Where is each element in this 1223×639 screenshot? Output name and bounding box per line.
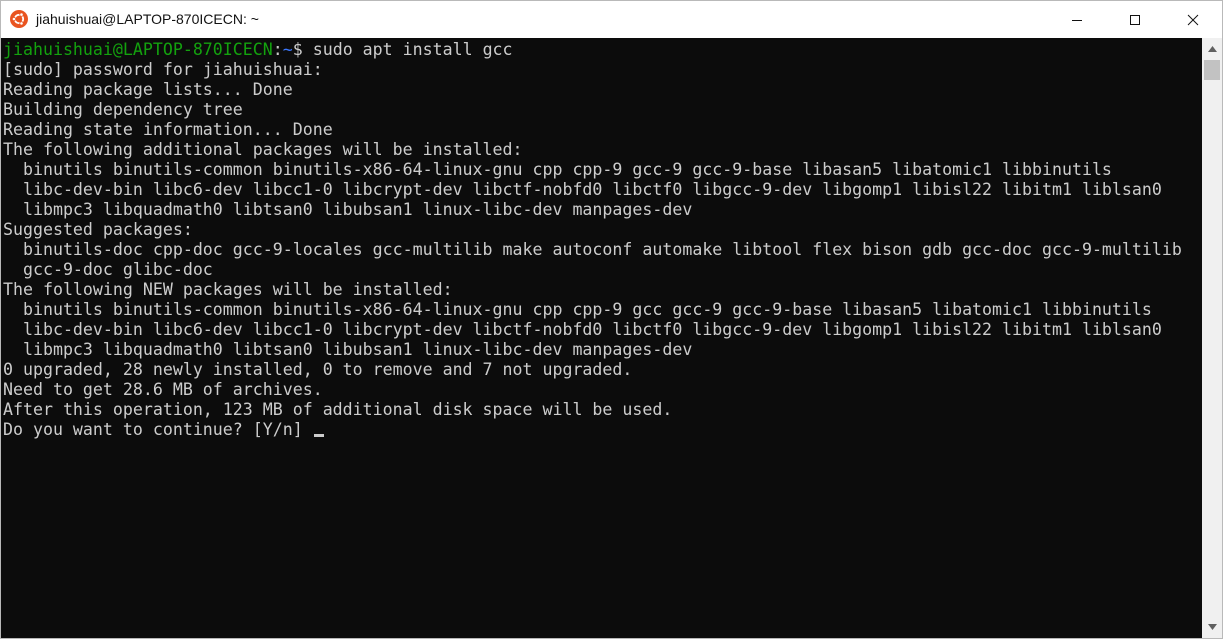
prompt-path: ~ [282,40,293,59]
scroll-up-button[interactable] [1202,40,1222,58]
scroll-down-button[interactable] [1202,618,1222,636]
output-line: binutils binutils-common binutils-x86-64… [3,160,1112,179]
output-line: libmpc3 libquadmath0 libtsan0 libubsan1 … [3,200,693,219]
output-line: [sudo] password for jiahuishuai: [3,60,323,79]
output-line: 0 upgraded, 28 newly installed, 0 to rem… [3,360,633,379]
prompt-user-host: jiahuishuai@LAPTOP-870ICECN [3,40,273,59]
output-line: libc-dev-bin libc6-dev libcc1-0 libcrypt… [3,320,1162,339]
terminal-console[interactable]: jiahuishuai@LAPTOP-870ICECN:~$ sudo apt … [1,38,1202,638]
close-button[interactable] [1164,1,1222,38]
output-line: Suggested packages: [3,220,193,239]
prompt-colon: : [272,40,283,59]
maximize-icon [1130,14,1140,25]
input-prompt-line[interactable]: Do you want to continue? [Y/n] [3,420,324,440]
scroll-thumb[interactable] [1204,60,1220,80]
output-line: Reading package lists... Done [3,80,293,99]
output-line: The following additional packages will b… [3,140,523,159]
minimize-button[interactable] [1048,1,1106,38]
terminal-window: jiahuishuai@LAPTOP-870ICECN: ~ jiahuishu… [0,0,1223,639]
output-line: binutils binutils-common binutils-x86-64… [3,300,1152,319]
minimize-icon [1072,19,1082,21]
close-icon [1187,14,1199,25]
scroll-down-arrow-icon [1207,624,1217,630]
output-line: Need to get 28.6 MB of archives. [3,380,323,399]
output-line: gcc-9-doc glibc-doc [3,260,213,279]
window-title: jiahuishuai@LAPTOP-870ICECN: ~ [36,11,259,27]
prompt-line: jiahuishuai@LAPTOP-870ICECN:~$ sudo apt … [3,40,513,60]
output-line: The following NEW packages will be insta… [3,280,453,299]
vertical-scrollbar[interactable] [1202,38,1222,638]
ubuntu-logo-icon [10,10,28,28]
continue-prompt: Do you want to continue? [Y/n] [3,420,313,439]
output-line: libc-dev-bin libc6-dev libcc1-0 libcrypt… [3,180,1162,199]
output-line: binutils-doc cpp-doc gcc-9-locales gcc-m… [3,240,1182,259]
output-line: Reading state information... Done [3,120,333,139]
title-bar[interactable]: jiahuishuai@LAPTOP-870ICECN: ~ [1,1,1222,38]
scroll-up-arrow-icon [1207,46,1217,52]
output-line: Building dependency tree [3,100,243,119]
maximize-button[interactable] [1106,1,1164,38]
output-line: libmpc3 libquadmath0 libtsan0 libubsan1 … [3,340,693,359]
prompt-command: $ sudo apt install gcc [292,40,513,59]
output-line: After this operation, 123 MB of addition… [3,400,673,419]
text-cursor [313,434,324,437]
